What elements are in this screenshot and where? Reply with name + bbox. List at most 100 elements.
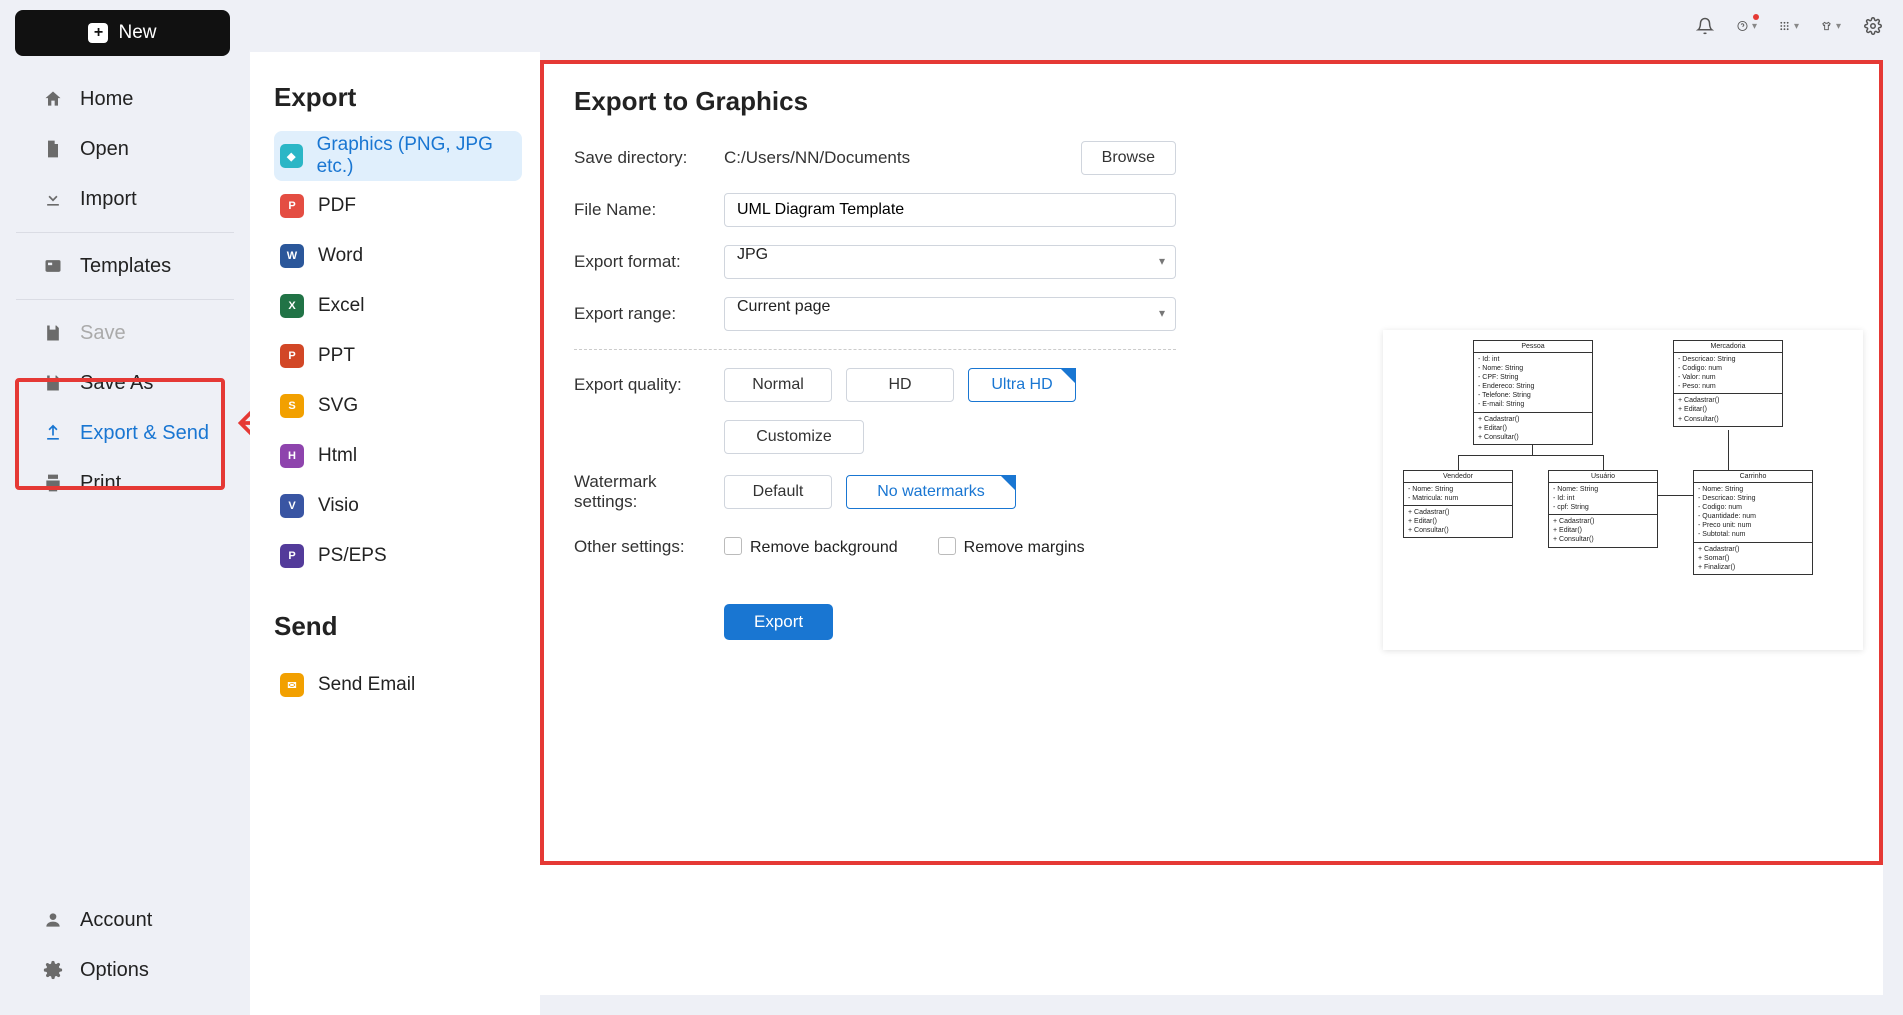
sidebar-item-home[interactable]: Home [0,74,250,124]
export-format-panel: Export ◆Graphics (PNG, JPG etc.) PPDF WW… [250,52,540,1015]
gear-icon[interactable] [1863,16,1883,36]
sidebar-item-label: Import [80,188,137,211]
format-label: PS/EPS [318,545,387,567]
format-html[interactable]: HHtml [274,431,522,481]
customize-button[interactable]: Customize [724,420,864,454]
uml-attrs: - Nome: String - Id: int - cpf: String [1549,483,1657,515]
format-svg[interactable]: SSVG [274,381,522,431]
format-label: Send Email [318,674,415,696]
bell-icon[interactable] [1695,16,1715,36]
format-word[interactable]: W Word [274,231,522,281]
tshirt-icon[interactable] [1821,16,1841,36]
export-heading: Export [274,82,522,113]
file-icon [42,138,64,160]
account-icon [42,909,64,931]
format-label: PPT [318,345,355,367]
file-name-input[interactable] [724,193,1176,227]
new-button[interactable]: +New [15,10,230,56]
save-dir-value: C:/Users/NN/Documents [724,148,1081,168]
panel-title: Export to Graphics [574,86,1176,117]
sidebar: +New Home Open Import Templates Save Sav… [0,0,250,1015]
excel-icon: X [280,294,304,318]
format-label: PDF [318,195,356,217]
uml-ops: + Cadastrar() + Editar() + Consultar() [1474,413,1592,444]
uml-title: Usuário [1549,471,1657,483]
help-icon[interactable] [1737,16,1757,36]
format-ppt[interactable]: P PPT [274,331,522,381]
uml-attrs: - Descricao: String - Codigo: num - Valo… [1674,353,1782,394]
select-value: Current page [737,298,830,315]
word-icon: W [280,244,304,268]
mail-icon: ✉ [280,673,304,697]
graphics-icon: ◆ [280,144,303,168]
send-email[interactable]: ✉ Send Email [274,660,522,710]
watermark-default-button[interactable]: Default [724,475,832,509]
select-value: JPG [737,246,768,263]
format-graphics[interactable]: ◆ Graphics (PNG, JPG etc.) [274,131,522,181]
sidebar-item-label: Export & Send [80,422,209,445]
save-as-icon [42,372,64,394]
sidebar-item-print[interactable]: Print [0,458,250,508]
ppt-icon: P [280,344,304,368]
sidebar-item-open[interactable]: Open [0,124,250,174]
check-label: Remove margins [964,539,1085,556]
uml-ops: + Cadastrar() + Editar() + Consultar() [1404,506,1512,537]
uml-ops: + Cadastrar() + Editar() + Consultar() [1674,394,1782,425]
export-format-label: Export format: [574,252,724,272]
sidebar-item-label: Account [80,909,152,932]
watermark-none-button[interactable]: No watermarks [846,475,1016,509]
format-ps-eps[interactable]: PPS/EPS [274,531,522,581]
remove-bg-check[interactable]: Remove background [724,537,898,557]
sidebar-item-label: Print [80,472,121,495]
sidebar-item-save-as[interactable]: Save As [0,358,250,408]
uml-title: Pessoa [1474,341,1592,353]
sidebar-item-import[interactable]: Import [0,174,250,224]
export-quality-label: Export quality: [574,375,724,395]
templates-icon [42,255,64,277]
uml-attrs: - Nome: String - Descricao: String - Cod… [1694,483,1812,543]
watermark-label: Watermark settings: [574,472,724,512]
browse-button[interactable]: Browse [1081,141,1176,175]
sidebar-item-save: Save [0,308,250,358]
apps-icon[interactable] [1779,16,1799,36]
sidebar-item-label: Open [80,138,129,161]
check-label: Remove background [750,539,898,556]
sidebar-item-label: Templates [80,255,171,278]
format-label: Visio [318,495,359,517]
export-format-select[interactable]: JPG [724,245,1176,279]
quality-hd-button[interactable]: HD [846,368,954,402]
export-range-select[interactable]: Current page [724,297,1176,331]
sidebar-item-label: Save As [80,372,153,395]
sidebar-item-export-send[interactable]: Export & Send [0,408,250,458]
file-name-label: File Name: [574,200,724,220]
format-excel[interactable]: X Excel [274,281,522,331]
sidebar-item-label: Home [80,88,133,111]
format-visio[interactable]: VVisio [274,481,522,531]
uml-ops: + Cadastrar() + Somar() + Finalizar() [1694,543,1812,574]
uml-ops: + Cadastrar() + Editar() + Consultar() [1549,515,1657,546]
export-button[interactable]: Export [724,604,833,640]
export-icon [42,422,64,444]
sidebar-item-options[interactable]: Options [0,945,250,995]
format-label: Excel [318,295,364,317]
format-label: Word [318,245,363,267]
options-gear-icon [42,959,64,981]
sidebar-item-templates[interactable]: Templates [0,241,250,291]
format-label: Graphics (PNG, JPG etc.) [317,134,522,178]
home-icon [42,88,64,110]
format-pdf[interactable]: PPDF [274,181,522,231]
uml-attrs: - Id: int - Nome: String - CPF: String -… [1474,353,1592,413]
preview-thumbnail: Pessoa - Id: int - Nome: String - CPF: S… [1383,330,1863,650]
save-dir-label: Save directory: [574,148,724,168]
quality-normal-button[interactable]: Normal [724,368,832,402]
sidebar-item-account[interactable]: Account [0,895,250,945]
new-label: New [118,22,156,44]
save-icon [42,322,64,344]
print-icon [42,472,64,494]
svg-icon: S [280,394,304,418]
checkbox-icon [938,537,956,555]
quality-ultra-hd-button[interactable]: Ultra HD [968,368,1076,402]
uml-attrs: - Nome: String - Matricula: num [1404,483,1512,506]
remove-margin-check[interactable]: Remove margins [938,537,1085,557]
export-range-label: Export range: [574,304,724,324]
